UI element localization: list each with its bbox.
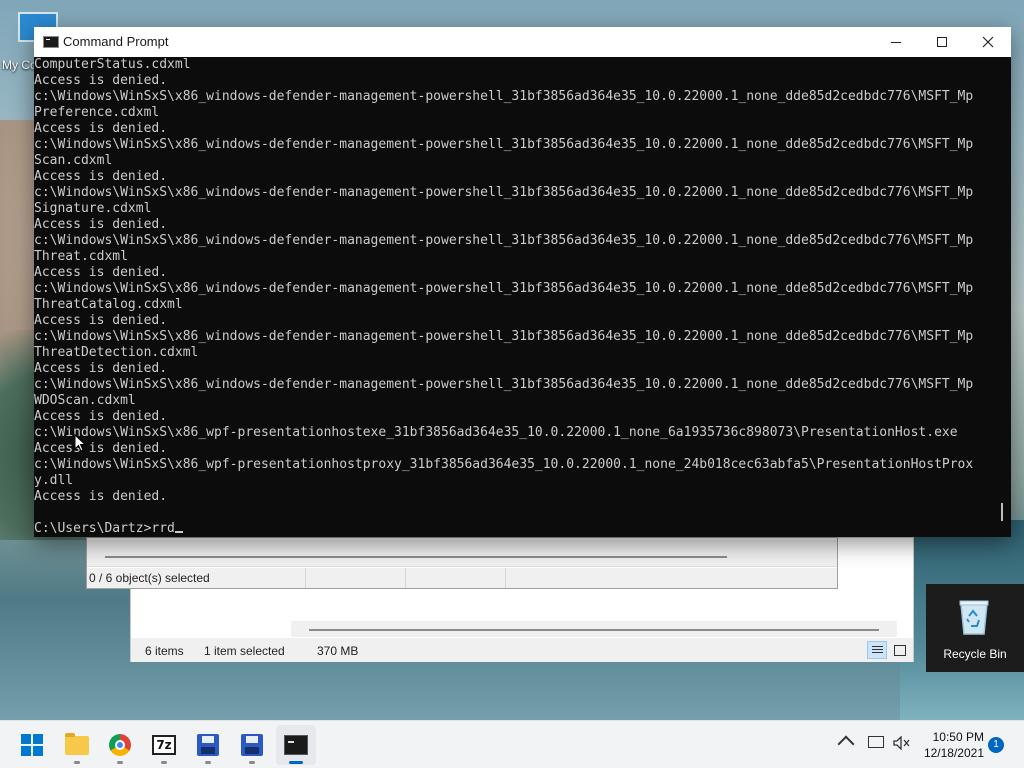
console-line: ThreatCatalog.cdxml	[34, 297, 183, 312]
console-line: WDOScan.cdxml	[34, 393, 136, 408]
start-button[interactable]	[12, 725, 52, 765]
console-line: Signature.cdxml	[34, 201, 152, 216]
console-line: c:\Windows\WinSxS\x86_windows-defender-m…	[34, 281, 974, 296]
7zip-icon: 7z	[152, 735, 176, 755]
console-line: Preference.cdxml	[34, 105, 160, 120]
recycle-bin-icon	[959, 600, 989, 635]
status-divider	[405, 568, 406, 588]
text-cursor	[174, 531, 183, 533]
details-view-icon	[871, 645, 883, 655]
console-line: c:\Windows\WinSxS\x86_wpf-presentationho…	[34, 425, 958, 440]
scrollbar-thumb[interactable]	[105, 556, 727, 558]
minimize-button[interactable]	[873, 27, 919, 57]
title-bar[interactable]: Command Prompt	[34, 27, 1011, 57]
console-line: Access is denied.	[34, 409, 168, 424]
maximize-icon	[937, 37, 947, 47]
show-hidden-icons-chevron-icon[interactable]	[837, 735, 855, 753]
command-prompt-icon	[43, 36, 59, 48]
floppy-disk-icon	[241, 734, 263, 756]
system-clock[interactable]: 10:50 PM 12/18/2021	[918, 729, 984, 761]
console-line: Access is denied.	[34, 169, 168, 184]
network-icon[interactable]	[868, 736, 884, 748]
notification-badge[interactable]: 1	[988, 737, 1004, 753]
console-line: Access is denied.	[34, 265, 168, 280]
close-icon	[982, 36, 994, 48]
console-prompt: C:\Users\Dartz>rrd	[34, 521, 175, 536]
console-line: Scan.cdxml	[34, 153, 113, 168]
clock-time: 10:50 PM	[932, 730, 984, 744]
running-indicator	[74, 761, 80, 764]
status-bar: 0 / 6 object(s) selected	[87, 568, 837, 588]
mouse-pointer-icon	[74, 434, 86, 452]
console-line: c:\Windows\WinSxS\x86_wpf-presentationho…	[34, 457, 974, 472]
clock-date: 12/18/2021	[923, 746, 984, 760]
command-prompt-window[interactable]: Command Prompt ComputerStatus.cdxml Acces…	[34, 27, 1011, 537]
console-line: Access is denied.	[34, 217, 168, 232]
running-indicator	[289, 761, 303, 764]
console-prompt-line[interactable]: C:\Users\Dartz>rrd	[34, 521, 994, 537]
console-line: c:\Windows\WinSxS\x86_windows-defender-m…	[34, 377, 974, 392]
selection-status: 0 / 6 object(s) selected	[89, 571, 210, 585]
item-count: 6 items	[145, 644, 184, 658]
console-line: Access is denied.	[34, 489, 168, 504]
horizontal-scrollbar[interactable]	[87, 540, 837, 567]
maximize-button[interactable]	[919, 27, 965, 57]
running-indicator	[117, 761, 123, 764]
console-line: Access is denied.	[34, 121, 168, 136]
close-button[interactable]	[965, 27, 1011, 57]
explorer-window-front[interactable]: 0 / 6 object(s) selected	[86, 537, 838, 589]
running-indicator	[205, 761, 211, 764]
floppy-disk-icon	[197, 734, 219, 756]
windows-logo-icon	[21, 734, 43, 756]
taskbar-chrome[interactable]	[100, 725, 140, 765]
desktop-icon-label: Recycle Bin	[943, 647, 1007, 661]
console-line: c:\Windows\WinSxS\x86_windows-defender-m…	[34, 185, 974, 200]
tiles-view-button[interactable]	[890, 641, 910, 659]
console-output[interactable]: ComputerStatus.cdxml Access is denied. c:\…	[34, 57, 994, 537]
taskbar-floppy-app-1[interactable]	[188, 725, 228, 765]
tiles-view-icon	[894, 644, 906, 656]
running-indicator	[161, 761, 167, 764]
console-line: c:\Windows\WinSxS\x86_windows-defender-m…	[34, 89, 974, 104]
console-line: y.dll	[34, 473, 74, 488]
taskbar-file-explorer[interactable]	[57, 725, 97, 765]
vertical-scrollbar[interactable]	[994, 57, 1011, 537]
minimize-icon	[891, 41, 901, 43]
command-prompt-icon	[284, 735, 308, 755]
scrollbar-thumb[interactable]	[309, 629, 879, 631]
selection-count: 1 item selected	[204, 644, 285, 658]
console-line: Threat.cdxml	[34, 249, 128, 264]
status-divider	[305, 568, 306, 588]
scrollbar-thumb[interactable]	[1001, 503, 1003, 521]
console-line: c:\Windows\WinSxS\x86_windows-defender-m…	[34, 233, 974, 248]
console-line: Access is denied.	[34, 441, 168, 456]
console-line: ThreatDetection.cdxml	[34, 345, 199, 360]
horizontal-scrollbar[interactable]	[291, 621, 897, 637]
taskbar-7zip[interactable]: 7z	[144, 725, 184, 765]
taskbar-command-prompt[interactable]	[276, 725, 316, 765]
window-title: Command Prompt	[63, 34, 169, 49]
taskbar-floppy-app-2[interactable]	[232, 725, 272, 765]
details-view-button[interactable]	[867, 641, 887, 659]
status-divider	[505, 568, 506, 588]
console-line: c:\Windows\WinSxS\x86_windows-defender-m…	[34, 137, 974, 152]
console-line: Access is denied.	[34, 361, 168, 376]
selection-size: 370 MB	[317, 644, 359, 658]
desktop-icon-label: My Co	[2, 58, 37, 72]
console-line: Access is denied.	[34, 73, 168, 88]
status-bar: 6 items 1 item selected 370 MB	[131, 638, 913, 662]
volume-muted-icon[interactable]	[893, 736, 911, 750]
chrome-icon	[109, 734, 131, 756]
console-line: c:\Windows\WinSxS\x86_windows-defender-m…	[34, 329, 974, 344]
desktop-icon-recycle-bin[interactable]: Recycle Bin	[926, 584, 1024, 672]
folder-icon	[65, 732, 89, 755]
console-line: Access is denied.	[34, 313, 168, 328]
taskbar: 7z 10:50 PM 12/18/2021 1	[0, 720, 1024, 768]
running-indicator	[249, 761, 255, 764]
console-line: ComputerStatus.cdxml	[34, 57, 191, 72]
